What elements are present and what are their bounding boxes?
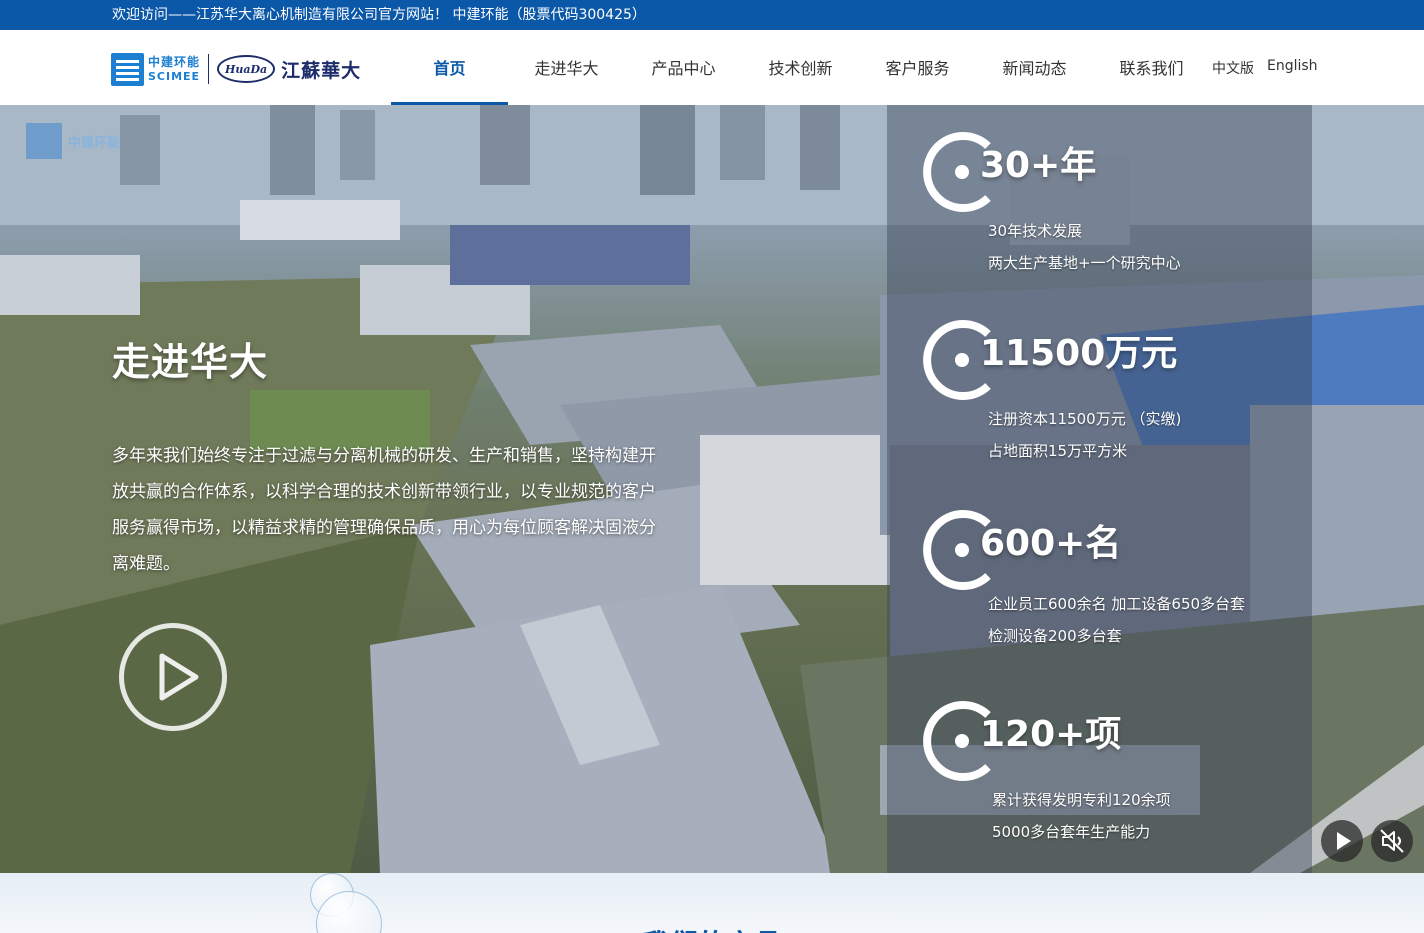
nav-item-about[interactable]: 走进华大 (508, 30, 625, 105)
hero-video-banner: 中建环能 走进华大 多年来我们始终专注于过滤与分离机械的研发、生产和销售，坚持构… (0, 105, 1424, 873)
stat-number: 600+名 (980, 523, 1122, 564)
nav-item-contact[interactable]: 联系我们 (1093, 30, 1210, 105)
stat-line: 占地面积15万平方米 (988, 442, 1128, 460)
video-logo-watermark: 中建环能 (26, 123, 120, 159)
stat-line: 累计获得发明专利120余项 (992, 791, 1171, 809)
stat-line: 5000多台套年生产能力 (992, 823, 1151, 841)
stat-number: 120+项 (980, 714, 1122, 755)
lang-chinese-link[interactable]: 中文版 (1212, 58, 1254, 78)
nav-item-home[interactable]: 首页 (391, 30, 508, 105)
scimee-logo-icon (111, 52, 144, 86)
mute-icon (1380, 829, 1404, 853)
play-circle-icon (159, 653, 199, 701)
site-header: 中建环能 SCIMEE HuaDa 江蘇華大 首页 走进华大 产品中心 技术创新… (0, 30, 1424, 105)
nav-item-innovation[interactable]: 技术创新 (742, 30, 859, 105)
logo-divider (208, 54, 210, 84)
products-section: 我们的产品 (0, 873, 1424, 933)
stat-line: 企业员工600余名 加工设备650多台套 检测设备200多台套 (988, 595, 1246, 645)
nav-item-news[interactable]: 新闻动态 (976, 30, 1093, 105)
stat-line: 两大生产基地+一个研究中心 (988, 254, 1181, 272)
hero-description: 多年来我们始终专注于过滤与分离机械的研发、生产和销售，坚持构建开放共赢的合作体系… (112, 446, 656, 574)
video-mute-button[interactable] (1371, 820, 1413, 862)
stat-number: 30+年 (980, 145, 1097, 186)
main-nav: 首页 走进华大 产品中心 技术创新 客户服务 新闻动态 联系我们 (391, 30, 1210, 105)
stat-line: 注册资本11500万元 （实缴) (988, 410, 1182, 428)
nav-item-products[interactable]: 产品中心 (625, 30, 742, 105)
video-play-button[interactable] (1321, 820, 1363, 862)
welcome-text: 欢迎访问——江苏华大离心机制造有限公司官方网站！ 中建环能（股票代码300425… (112, 7, 646, 23)
hero-title: 走进华大 (112, 340, 269, 384)
top-welcome-bar: 欢迎访问——江苏华大离心机制造有限公司官方网站！ 中建环能（股票代码300425… (0, 0, 1424, 30)
nav-item-service[interactable]: 客户服务 (859, 30, 976, 105)
stat-number: 11500万元 (980, 333, 1178, 374)
huada-logo-icon: HuaDa (217, 55, 276, 83)
stat-line: 30年技术发展 (988, 222, 1083, 240)
huada-logo-text: 江蘇華大 (281, 59, 362, 82)
lang-english-link[interactable]: English (1267, 58, 1318, 74)
site-logo[interactable]: 中建环能 SCIMEE HuaDa 江蘇華大 (111, 52, 361, 86)
play-icon (1337, 832, 1351, 850)
section-title: 我们的产品 (0, 923, 1424, 933)
scimee-logo-text: 中建环能 SCIMEE (148, 55, 201, 83)
play-video-button[interactable] (119, 623, 227, 731)
